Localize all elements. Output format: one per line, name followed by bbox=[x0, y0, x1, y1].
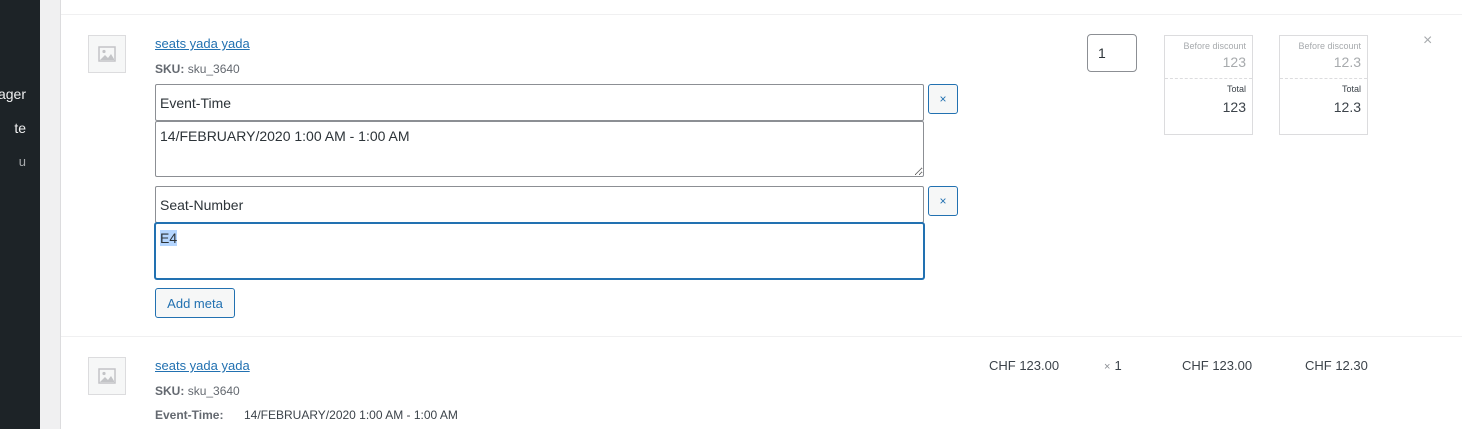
quantity-input[interactable] bbox=[1087, 34, 1137, 72]
sidebar-item-te[interactable]: te bbox=[14, 120, 26, 136]
line-cost-box: Before discount 123 Total 123 bbox=[1164, 35, 1253, 135]
line-tax: CHF 12.30 bbox=[1305, 358, 1368, 373]
product-sku: SKU: sku_3640 bbox=[155, 62, 240, 76]
admin-sidebar: ager te u bbox=[0, 0, 40, 429]
times-symbol: × bbox=[1104, 361, 1111, 373]
remove-meta-button[interactable]: × bbox=[928, 186, 958, 216]
total-label: Total bbox=[1341, 84, 1361, 94]
product-thumbnail bbox=[88, 357, 126, 395]
sku-value: sku_3640 bbox=[187, 384, 240, 398]
meta-display-value: 14/FEBRUARY/2020 1:00 AM - 1:00 AM bbox=[244, 408, 458, 422]
product-name-link[interactable]: seats yada yada bbox=[155, 36, 250, 51]
sku-value: sku_3640 bbox=[187, 62, 240, 76]
item-quantity: × 1 bbox=[1104, 358, 1122, 373]
image-placeholder-icon bbox=[98, 46, 116, 62]
image-placeholder-icon bbox=[98, 368, 116, 384]
delete-item-icon[interactable]: × bbox=[1423, 32, 1432, 50]
meta-value-textarea-focused[interactable]: E4 bbox=[155, 223, 924, 279]
product-sku: SKU: sku_3640 bbox=[155, 384, 240, 398]
selected-text: E4 bbox=[160, 230, 178, 246]
row-divider bbox=[61, 14, 1462, 15]
row-divider bbox=[61, 336, 1462, 337]
quantity-value: 1 bbox=[1114, 358, 1122, 373]
product-thumbnail bbox=[88, 35, 126, 73]
line-total: CHF 123.00 bbox=[1182, 358, 1253, 373]
before-discount-input[interactable]: 12.3 bbox=[1280, 51, 1367, 78]
before-discount-input[interactable]: 123 bbox=[1165, 51, 1252, 78]
before-discount-label: Before discount bbox=[1183, 41, 1246, 51]
total-input[interactable]: 123 bbox=[1165, 94, 1252, 115]
total-label: Total bbox=[1226, 84, 1246, 94]
remove-meta-button[interactable]: × bbox=[928, 84, 958, 114]
sku-label: SKU: bbox=[155, 384, 185, 398]
total-input[interactable]: 12.3 bbox=[1280, 94, 1367, 115]
meta-value-textarea[interactable]: 14/FEBRUARY/2020 1:00 AM - 1:00 AM bbox=[155, 121, 924, 177]
meta-key-input[interactable] bbox=[155, 186, 924, 223]
line-tax-box: Before discount 12.3 Total 12.3 bbox=[1279, 35, 1368, 135]
order-items-panel: seats yada yada SKU: sku_3640 × 14/FEBRU… bbox=[60, 0, 1462, 429]
sku-label: SKU: bbox=[155, 62, 185, 76]
add-meta-button[interactable]: Add meta bbox=[155, 288, 235, 318]
meta-display-row: Event-Time: 14/FEBRUARY/2020 1:00 AM - 1:… bbox=[155, 408, 458, 422]
meta-display-key: Event-Time: bbox=[155, 408, 224, 422]
before-discount-label: Before discount bbox=[1298, 41, 1361, 51]
sidebar-item-manager[interactable]: ager bbox=[0, 86, 26, 102]
product-name-link[interactable]: seats yada yada bbox=[155, 358, 250, 373]
item-cost: CHF 123.00 bbox=[989, 358, 1060, 373]
meta-key-input[interactable] bbox=[155, 84, 924, 121]
sidebar-item-collapse[interactable]: u bbox=[19, 154, 26, 169]
